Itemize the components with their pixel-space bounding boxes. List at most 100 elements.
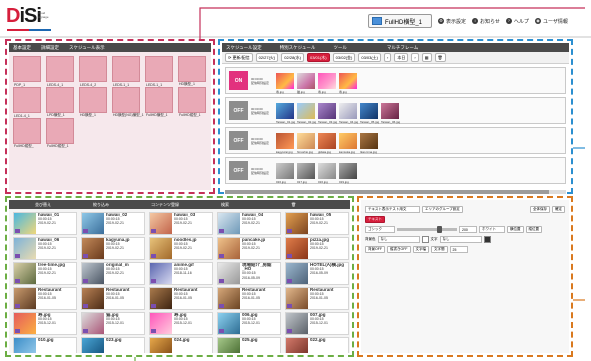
tab-multiframe[interactable]: マルチフレーム — [387, 45, 418, 51]
thumb-image[interactable]: hinoshio.jpg — [297, 132, 315, 154]
content-item[interactable]: 現場紹介_房総_HO 00:00:15 2016-05-09 — [217, 262, 281, 285]
status-off-badge[interactable]: OFF — [229, 101, 248, 120]
frame-item[interactable]: LEDS-1_1 — [145, 56, 173, 87]
calendar-icon[interactable]: ▦ — [421, 53, 432, 62]
content-item[interactable]: original_m 00:00:15 2019-02-21 — [81, 262, 145, 285]
content-thumbnail[interactable] — [82, 338, 104, 353]
date-button-selected[interactable]: 03/01(木) — [306, 53, 330, 62]
bg-swatch[interactable] — [421, 236, 429, 243]
sort-button[interactable]: 並び替え — [35, 202, 51, 208]
search-button[interactable]: 検索 — [221, 202, 229, 208]
text-title-field[interactable]: テキスト表示テスト用文 — [365, 206, 420, 213]
vertical-position-button[interactable]: 縦位置 — [525, 226, 542, 233]
thumb-image[interactable]: 019.jpg — [339, 162, 357, 184]
content-item[interactable]: Restaurant 00:00:15 2016-01-05 — [217, 287, 281, 310]
schedule-row[interactable]: OFF 00:00:00 配信時刻設定 Taiwan_01.jpg Taiwan_… — [225, 97, 566, 124]
content-item[interactable]: hawaii_03 00:00:15 2019-02-21 — [149, 212, 213, 235]
thumb-image[interactable]: Taiwan_05.jpg — [360, 102, 379, 124]
thumb-image[interactable]: Taiwan_04.jpg — [339, 102, 358, 124]
content-item[interactable]: 010.jpg — [13, 337, 77, 353]
thumb-image[interactable]: gldata.jpg — [318, 132, 336, 154]
frame-item[interactable]: LEDS-4_2 — [79, 56, 107, 87]
tab-schedule-view[interactable]: スケジュール表示 — [69, 45, 105, 51]
content-item[interactable]: hawaii_02 00:00:15 2019-02-21 — [81, 212, 145, 235]
save-all-button[interactable]: 全体保存 — [530, 206, 550, 213]
nav-help[interactable]: ? ヘルプ — [505, 18, 529, 25]
slider-knob[interactable] — [437, 226, 442, 233]
text-color-swatch[interactable] — [483, 236, 491, 243]
content-item[interactable]: Restaurant 00:00:15 2016-01-05 — [149, 287, 213, 310]
content-thumbnail[interactable] — [150, 338, 172, 353]
content-item[interactable]: anime.gif 00:00:15 2018-11-16 — [149, 262, 213, 285]
bg-off-button[interactable]: 背景OFF — [365, 246, 385, 253]
content-item[interactable]: kagyuna.jp 00:00:15 2019-02-21 — [81, 237, 145, 260]
content-item[interactable]: 024.jpg — [149, 337, 213, 353]
status-off-badge[interactable]: OFF — [229, 161, 248, 180]
tab-detail[interactable]: 詳細設定 — [41, 45, 59, 51]
thumb-image[interactable]: kagyuzai.jpg — [276, 132, 294, 154]
text-mode-button[interactable]: テキスト — [365, 216, 385, 223]
schedule-row[interactable]: OFF 00:00:00 配信時刻設定 kagyuzai.jpg hinoshio… — [225, 127, 566, 154]
content-item[interactable]: 寿.jpg 00:00:15 2015-12-01 — [149, 312, 213, 335]
thumb-image[interactable]: 寿.jpg — [276, 72, 294, 94]
content-item[interactable]: pizza.jpg 00:00:15 2019-02-21 — [285, 237, 349, 260]
date-button[interactable]: 02/27(火) — [255, 53, 279, 62]
trash-icon[interactable]: 🗑 — [291, 202, 296, 207]
char-spacing-button[interactable]: 文字間 — [431, 246, 448, 253]
content-item[interactable]: 025.jpg — [217, 337, 281, 353]
nav-display-settings[interactable]: ⚙ 表示設定 — [438, 18, 466, 25]
color-select[interactable]: ホワイト — [479, 226, 505, 233]
tab-tools[interactable]: ツール — [333, 45, 347, 51]
frame-item[interactable]: LEDS-1_1 — [112, 56, 140, 87]
frame-item[interactable]: PDP_1 — [13, 56, 41, 87]
font-select[interactable]: ゴシック — [365, 226, 395, 233]
register-content-button[interactable]: コンテンツ登録 — [151, 202, 179, 208]
content-item[interactable]: noodles.jp 00:00:15 2019-02-21 — [149, 237, 213, 260]
today-button[interactable]: 本日 — [394, 53, 409, 62]
trash-icon[interactable]: 🗑 — [434, 53, 446, 62]
content-item[interactable]: Restaurant 00:00:15 2016-01-05 — [13, 287, 77, 310]
content-thumbnail[interactable] — [218, 338, 240, 353]
status-on-badge[interactable]: ON — [229, 71, 248, 90]
content-item[interactable]: Restaurant 00:00:15 2016-01-05 — [285, 287, 349, 310]
content-item[interactable]: HOTEL(A)横.jpg 00:00:15 2016-05-09 — [285, 262, 349, 285]
date-button[interactable]: 03/03(土) — [358, 53, 382, 62]
content-item[interactable]: 007.jpg 00:00:15 2015-12-01 — [285, 312, 349, 335]
scrollbar-thumb[interactable] — [225, 190, 549, 194]
frame-item[interactable]: FullHD縦型_ — [13, 118, 41, 148]
status-off-badge[interactable]: OFF — [229, 131, 248, 150]
frame-item[interactable]: LPD横型_1 — [46, 87, 74, 117]
filter-button[interactable]: 絞り込み — [93, 202, 109, 208]
thumb-image[interactable]: Taiwan_03.jpg — [318, 102, 337, 124]
horizontal-scrollbar[interactable] — [225, 190, 566, 194]
content-item[interactable]: hawaii_06 00:00:15 2019-02-21 — [13, 237, 77, 260]
content-item[interactable]: 022.jpg — [285, 337, 349, 353]
nav-notice[interactable]: i お知らせ — [472, 18, 500, 25]
content-item[interactable]: pancake.jp 00:00:15 2019-02-21 — [217, 237, 281, 260]
thumb-image[interactable]: Taiwan_06.jpg — [381, 102, 400, 124]
thumb-image[interactable]: 016.jpg — [276, 162, 294, 184]
screen-select[interactable]: FullHD横型_1 — [368, 14, 432, 28]
thumb-image[interactable]: Taiwan_02.jpg — [297, 102, 316, 124]
size-field[interactable]: 200 — [459, 226, 477, 233]
thumb-image[interactable]: kamioka.jpg — [339, 132, 357, 154]
thumb-image[interactable]: 寿.jpg — [318, 72, 336, 94]
align-select[interactable]: なし — [439, 236, 482, 243]
content-item[interactable]: 023.jpg — [81, 337, 145, 353]
content-thumbnail[interactable] — [14, 338, 36, 353]
nav-user[interactable]: ◉ ユーザ情報 — [534, 18, 568, 25]
frame-item[interactable]: LED1-4_1 — [13, 87, 41, 118]
group-settings-button[interactable]: エリアのグループ設定 — [422, 206, 463, 213]
content-item[interactable]: 006.jpg 00:00:15 2015-12-01 — [217, 312, 281, 335]
frame-item[interactable]: HD横型_1 — [178, 56, 206, 86]
content-item[interactable]: hawaii_01 00:00:15 2019-02-21 — [13, 212, 77, 235]
date-button[interactable]: 02/28(水) — [281, 53, 304, 62]
thumb-image[interactable]: Ikai-nima.jpg — [360, 132, 378, 154]
frame-item[interactable]: LEDS-4_1 — [46, 56, 74, 87]
content-item[interactable]: tree-time.jpg 00:00:15 2019-02-21 — [13, 262, 77, 285]
date-button[interactable]: 03/02(金) — [332, 53, 356, 62]
tab-special-schedule[interactable]: 特別スケジュール — [280, 45, 316, 51]
content-item[interactable]: hawaii_04 00:00:15 2019-02-21 — [217, 212, 281, 235]
horizontal-position-button[interactable]: 横位置 — [507, 226, 524, 233]
prev-button[interactable]: ‹ — [384, 53, 392, 62]
